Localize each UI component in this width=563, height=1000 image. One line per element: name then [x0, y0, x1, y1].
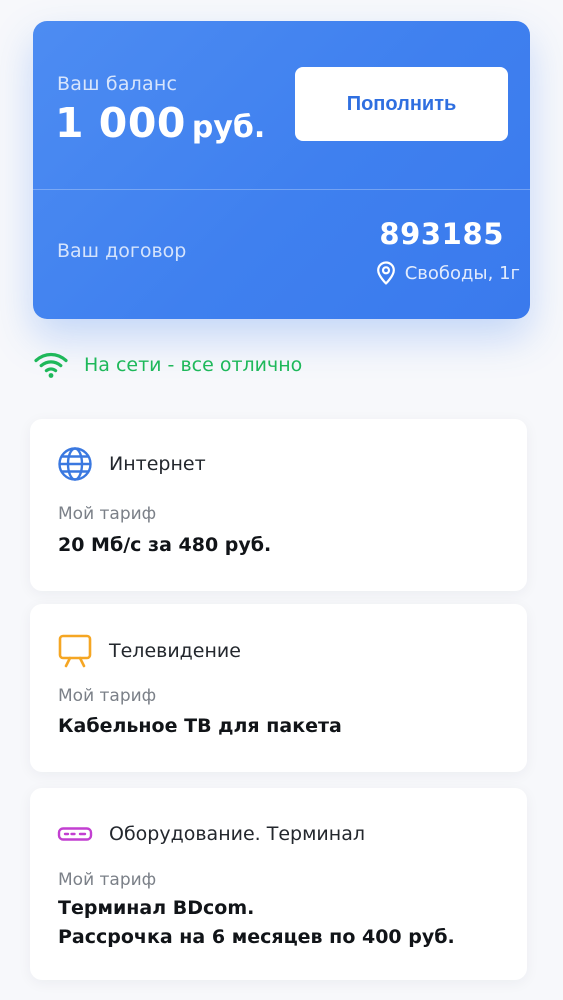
tariff-line: Рассрочка на 6 месяцев по 400 руб.: [58, 926, 455, 948]
tariff-line: Кабельное ТВ для пакета: [58, 715, 342, 737]
location-pin-icon: [376, 261, 395, 285]
network-status: На сети - все отлично: [34, 351, 302, 379]
tariff-value: 20 Мб/с за 480 руб.: [58, 531, 271, 560]
contract-address-text: Свободы, 1г: [404, 262, 520, 284]
service-title: Оборудование. Терминал: [109, 823, 365, 845]
balance-card: Ваш баланс 1 000 руб. Пополнить Ваш догов…: [33, 21, 530, 319]
network-status-text: На сети - все отлично: [84, 354, 303, 376]
tariff-label: Мой тариф: [58, 504, 157, 524]
wifi-icon: [34, 352, 68, 378]
balance-section: Ваш баланс 1 000 руб. Пополнить: [33, 21, 530, 189]
topup-button[interactable]: Пополнить: [295, 67, 508, 141]
service-header: Телевидение: [57, 633, 241, 669]
app-screen: Ваш баланс 1 000 руб. Пополнить Ваш догов…: [0, 0, 563, 1000]
tariff-line: 20 Мб/с за 480 руб.: [58, 534, 272, 556]
balance-label: Ваш баланс: [57, 73, 178, 95]
balance-currency: руб.: [191, 110, 266, 145]
contract-label: Ваш договор: [57, 240, 187, 262]
contract-number: 893185: [379, 217, 504, 251]
balance-value: 1 000: [55, 99, 186, 147]
tariff-label: Мой тариф: [58, 686, 157, 706]
service-card-internet[interactable]: Интернет Мой тариф 20 Мб/с за 480 руб.: [30, 419, 527, 591]
contract-address: Свободы, 1г: [376, 261, 520, 285]
tariff-value: Кабельное ТВ для пакета: [58, 712, 342, 741]
tv-icon: [57, 633, 93, 669]
globe-icon: [57, 446, 93, 482]
service-card-terminal[interactable]: Оборудование. Терминал Мой тариф Термина…: [30, 788, 527, 980]
service-card-tv[interactable]: Телевидение Мой тариф Кабельное ТВ для п…: [30, 604, 527, 772]
service-header: Интернет: [57, 446, 206, 482]
card-divider: [33, 189, 530, 190]
terminal-icon: [57, 816, 93, 852]
service-title: Телевидение: [109, 640, 241, 662]
tariff-line: Терминал BDcom.: [58, 897, 255, 919]
service-header: Оборудование. Терминал: [57, 816, 365, 852]
tariff-value: Терминал BDcom. Рассрочка на 6 месяцев п…: [58, 894, 455, 952]
balance-amount: 1 000 руб.: [55, 99, 265, 147]
tariff-label: Мой тариф: [58, 870, 157, 890]
service-title: Интернет: [109, 453, 206, 475]
